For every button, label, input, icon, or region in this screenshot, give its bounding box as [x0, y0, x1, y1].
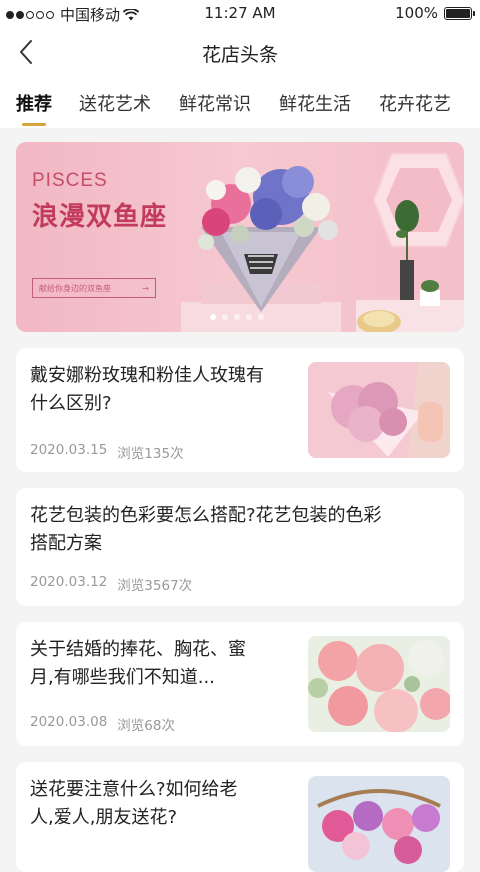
article-title: 关于结婚的捧花、胸花、蜜 月,有哪些我们不知道... [30, 636, 310, 692]
article-title-line: 人,爱人,朋友送花? [30, 807, 177, 828]
article-date: 2020.03.12 [30, 574, 108, 590]
article-title-line: 搭配方案 [30, 533, 102, 554]
article-meta: 2020.03.12 浏览3567次 [30, 574, 192, 594]
article-title-line: 什么区别? [30, 393, 112, 414]
article-card[interactable]: 花艺包装的色彩要怎么搭配?花艺包装的色彩 搭配方案 2020.03.12 浏览3… [16, 488, 464, 606]
article-title: 送花要注意什么?如何给老 人,爱人,朋友送花? [30, 776, 310, 832]
arrow-right-icon: → [142, 283, 149, 293]
carousel-dot[interactable] [234, 314, 240, 320]
article-title-line: 花艺包装的色彩要怎么搭配?花艺包装的色彩 [30, 505, 382, 526]
article-views: 浏览68次 [117, 718, 175, 734]
battery-percent: 100% [395, 4, 438, 22]
carousel-dot[interactable] [222, 314, 228, 320]
tab-recommended[interactable]: 推荐 [16, 90, 52, 116]
category-tabs: 推荐 送花艺术 鲜花常识 鲜花生活 花卉花艺 [0, 78, 480, 128]
nav-bar: 花店头条 [0, 26, 480, 78]
article-title-line: 关于结婚的捧花、胸花、蜜 [30, 639, 246, 660]
article-thumbnail [308, 636, 450, 732]
battery-icon [444, 6, 475, 20]
article-meta: 2020.03.08 浏览68次 [30, 714, 175, 734]
promo-banner[interactable]: PISCES 浪漫双鱼座 献给你身边的双鱼座 → [16, 142, 464, 332]
article-title-line: 戴安娜粉玫瑰和粉佳人玫瑰有 [30, 365, 264, 386]
article-card[interactable]: 送花要注意什么?如何给老 人,爱人,朋友送花? [16, 762, 464, 872]
article-title: 戴安娜粉玫瑰和粉佳人玫瑰有 什么区别? [30, 362, 310, 418]
banner-english-title: PISCES [32, 170, 108, 191]
tab-flower-knowledge[interactable]: 鲜花常识 [179, 90, 251, 116]
page-title: 花店头条 [201, 44, 278, 66]
banner-cta[interactable]: 献给你身边的双鱼座 → [32, 278, 156, 298]
article-title-line: 月,有哪些我们不知道... [30, 667, 215, 688]
tab-floral-art[interactable]: 花卉花艺 [379, 90, 451, 116]
article-date: 2020.03.15 [30, 442, 108, 458]
carousel-dot[interactable] [246, 314, 252, 320]
carousel-dot[interactable] [210, 314, 216, 320]
article-card[interactable]: 戴安娜粉玫瑰和粉佳人玫瑰有 什么区别? 2020.03.15 浏览135次 [16, 348, 464, 472]
article-views: 浏览3567次 [117, 578, 193, 594]
active-tab-indicator [22, 123, 46, 126]
article-title-line: 送花要注意什么?如何给老 [30, 779, 238, 800]
article-title: 花艺包装的色彩要怎么搭配?花艺包装的色彩 搭配方案 [30, 502, 450, 558]
carousel-indicator [210, 314, 264, 320]
carousel-dot[interactable] [258, 314, 264, 320]
article-thumbnail [308, 362, 450, 458]
article-date: 2020.03.08 [30, 714, 108, 730]
article-meta: 2020.03.15 浏览135次 [30, 442, 184, 462]
article-views: 浏览135次 [117, 446, 184, 462]
article-card[interactable]: 关于结婚的捧花、胸花、蜜 月,有哪些我们不知道... 2020.03.08 浏览… [16, 622, 464, 746]
tab-flower-life[interactable]: 鲜花生活 [279, 90, 351, 116]
article-thumbnail [308, 776, 450, 872]
tab-gifting-art[interactable]: 送花艺术 [79, 90, 151, 116]
status-bar: 中国移动 11:27 AM 100% [0, 0, 480, 26]
banner-cta-label: 献给你身边的双鱼座 [39, 283, 111, 293]
battery-group: 100% [395, 4, 475, 22]
back-button[interactable] [10, 36, 42, 68]
banner-title: 浪漫双鱼座 [32, 202, 168, 232]
chevron-left-icon [20, 40, 32, 64]
